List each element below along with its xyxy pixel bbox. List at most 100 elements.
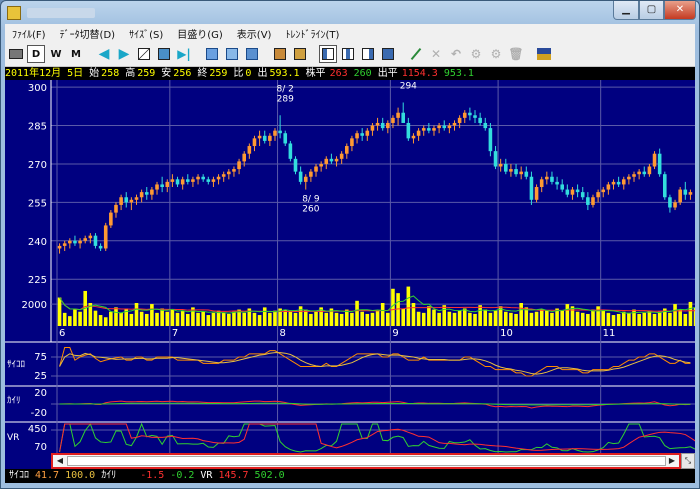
vol-avg-value-2: 953.1 [443,68,474,79]
candle-body [185,179,190,182]
candle-body [473,115,477,118]
avg-value-2: 260 [353,68,372,79]
trash-icon: 🗑 [508,47,524,61]
window-button-2[interactable] [223,45,241,63]
annotation-value: 289 [277,94,294,104]
close-button[interactable]: ✕ [664,1,696,20]
menu-file[interactable]: ﾌｧｲﾙ(F) [5,26,53,41]
trash-button[interactable]: 🗑 [507,45,525,63]
candle-body [447,125,452,129]
volume-bar [427,306,431,326]
trendline-delete-button[interactable]: ✕ [427,45,445,63]
last-page-button[interactable]: ▶| [175,45,193,63]
volume-bar [298,306,303,326]
volume-bar [591,309,595,326]
scroll-right-button[interactable]: ▶ [115,45,133,63]
volume-bar [380,303,385,326]
candle-body [662,174,667,198]
volume-bar [442,305,447,326]
scroll-left-arrow-icon[interactable]: ◀ [55,456,65,466]
layout-button-1[interactable] [319,45,337,63]
status-kairi-2: -0.2 [170,470,195,481]
chart-scrollbar[interactable]: ◀ ▶ [51,453,681,469]
candle-body [350,138,354,147]
candle-body [268,135,272,141]
candle-body [560,184,565,190]
stock-chart[interactable]: 678910111222524025527028530020008/ 22898… [5,80,695,453]
volume-bar [627,312,631,326]
candle-body [293,158,298,172]
minimize-button[interactable]: ▁ [613,1,639,20]
candle-body [565,189,570,195]
volume-label: 出 [257,68,268,79]
daily-button[interactable]: D [27,45,45,63]
candle-body [303,176,308,182]
volume-bar [365,313,370,326]
monthly-button[interactable]: M [67,45,85,63]
candle-body [155,184,159,190]
candle-body [309,171,313,177]
status-psy-2: 100.0 [65,470,96,481]
help-button[interactable] [535,45,553,63]
volume-bar [62,312,67,326]
volume-bar [73,309,77,326]
cross-icon: ✕ [430,47,442,61]
candle-body [314,166,318,172]
candle-body [124,197,129,203]
candle-body [201,176,205,180]
volume-bar [462,308,467,326]
zoom-box-button[interactable] [155,45,173,63]
chart-canvas[interactable]: 678910111222524025527028530020008/ 22898… [5,80,695,453]
volume-bar [273,310,277,326]
volume-bar [432,309,436,326]
redo-button[interactable]: ⚙ [467,45,485,63]
volume-bar [93,310,98,326]
menu-size[interactable]: ｻｲｽﾞ(S) [122,26,170,41]
volume-bar [134,303,139,326]
settings-button[interactable]: ⚙ [487,45,505,63]
volume-bar [550,312,554,326]
candle-body [401,112,406,123]
status-kairi-label: ｶｲﾘ [101,470,117,481]
weekly-button[interactable]: W [47,45,65,63]
candle-body [257,135,262,139]
candle-body [196,176,200,180]
menu-data-switch[interactable]: ﾃﾞｰﾀ切替(D) [53,26,123,41]
window-button-1[interactable] [203,45,221,63]
resize-grip-icon[interactable]: ⤡ [681,453,695,469]
layout-button-2[interactable] [339,45,357,63]
layout-button-4[interactable] [379,45,397,63]
clear-button[interactable] [271,45,289,63]
candle-body [283,133,288,144]
print-button[interactable] [7,45,25,63]
candle-body [524,171,529,177]
printer-icon [9,49,23,59]
trendline-draw-button[interactable] [407,45,425,63]
scroll-right-arrow-icon[interactable]: ▶ [667,456,677,466]
menu-view[interactable]: 表示(V) [230,26,279,41]
candle-body [621,179,626,185]
cross-box-icon [274,48,286,60]
windows-cascade-icon [246,48,258,60]
low-label: 安 [161,68,172,79]
menu-trendline[interactable]: ﾄﾚﾝﾄﾞﾗｲﾝ(T) [278,26,346,41]
candle-body [206,179,211,182]
scroll-left-button[interactable]: ◀ [95,45,113,63]
quote-info-bar: 2011年12月 5日始 258 高 259 安 256 終 259 比 0 出 593.1 株平 263… [5,67,695,80]
menu-scale[interactable]: 目盛り(G) [170,26,230,41]
undo-button[interactable]: ↶ [447,45,465,63]
layout-button-3[interactable] [359,45,377,63]
maximize-button[interactable]: ▢ [639,1,664,20]
vr-axis-label: 70 [34,442,47,453]
volume-bar [606,312,611,326]
diagonal-button[interactable] [135,45,153,63]
volume-bar [293,312,298,326]
split-button[interactable] [291,45,309,63]
volume-bar [632,309,636,326]
window-button-3[interactable] [243,45,261,63]
title-bar[interactable]: ▁ ▢ ✕ [1,1,699,25]
candle-body [668,197,672,208]
scroll-thumb[interactable] [67,456,666,466]
volume-bar [334,312,339,326]
volume-bar [416,311,421,326]
